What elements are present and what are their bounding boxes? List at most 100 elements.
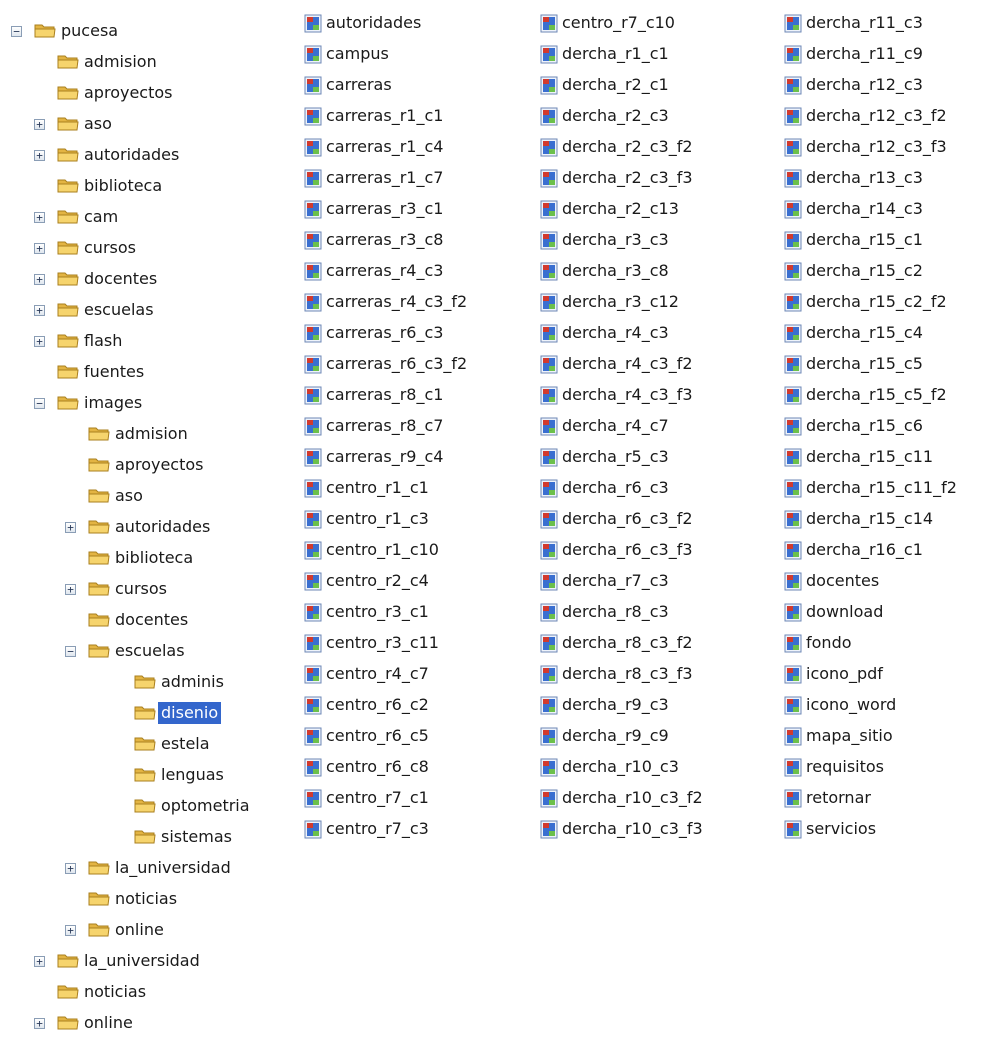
tree-item[interactable]: noticias (0, 884, 300, 915)
file-item[interactable]: centro_r6_c8 (304, 752, 536, 783)
tree-item[interactable]: sistemas (0, 822, 300, 853)
file-item[interactable]: centro_r3_c11 (304, 628, 536, 659)
tree-item[interactable]: fuentes (0, 357, 300, 388)
folder-label[interactable]: cursos (112, 578, 170, 600)
tree-item[interactable]: optometria (0, 791, 300, 822)
expand-plus-icon[interactable]: + (34, 119, 45, 130)
folder-label[interactable]: biblioteca (81, 175, 165, 197)
file-item[interactable]: dercha_r2_c3_f3 (540, 163, 772, 194)
file-item[interactable]: dercha_r4_c3 (540, 318, 772, 349)
tree-item[interactable]: + cursos (0, 233, 300, 264)
file-item[interactable]: centro_r7_c1 (304, 783, 536, 814)
file-item[interactable]: dercha_r12_c3_f2 (784, 101, 997, 132)
file-item[interactable]: dercha_r3_c12 (540, 287, 772, 318)
tree-item[interactable]: + autoridades (0, 140, 300, 171)
file-item[interactable]: carreras_r8_c7 (304, 411, 536, 442)
file-item[interactable]: centro_r1_c1 (304, 473, 536, 504)
file-item[interactable]: carreras_r1_c4 (304, 132, 536, 163)
file-item[interactable]: carreras_r6_c3_f2 (304, 349, 536, 380)
file-item[interactable]: dercha_r2_c3_f2 (540, 132, 772, 163)
file-item[interactable]: dercha_r3_c3 (540, 225, 772, 256)
folder-label[interactable]: autoridades (112, 516, 213, 538)
folder-label[interactable]: images (81, 392, 145, 414)
tree-item[interactable]: biblioteca (0, 543, 300, 574)
file-item[interactable]: dercha_r2_c1 (540, 70, 772, 101)
file-item[interactable]: download (784, 597, 997, 628)
tree-item[interactable]: biblioteca (0, 171, 300, 202)
file-item[interactable]: icono_pdf (784, 659, 997, 690)
tree-item[interactable]: docentes (0, 605, 300, 636)
expand-plus-icon[interactable]: + (34, 243, 45, 254)
tree-item[interactable]: + online (0, 915, 300, 946)
expand-plus-icon[interactable]: + (34, 212, 45, 223)
file-item[interactable]: carreras_r6_c3 (304, 318, 536, 349)
tree-item[interactable]: noticias (0, 977, 300, 1008)
file-item[interactable]: servicios (784, 814, 997, 845)
file-item[interactable]: fondo (784, 628, 997, 659)
file-item[interactable]: dercha_r2_c3 (540, 101, 772, 132)
tree-item[interactable]: admision (0, 47, 300, 78)
file-item[interactable]: dercha_r8_c3 (540, 597, 772, 628)
file-item[interactable]: carreras_r1_c1 (304, 101, 536, 132)
expand-plus-icon[interactable]: + (34, 305, 45, 316)
folder-label[interactable]: online (112, 919, 167, 941)
folder-label[interactable]: flash (81, 330, 125, 352)
file-item[interactable]: dercha_r15_c5 (784, 349, 997, 380)
file-item[interactable]: dercha_r2_c13 (540, 194, 772, 225)
folder-label[interactable]: biblioteca (112, 547, 196, 569)
file-item[interactable]: carreras_r4_c3_f2 (304, 287, 536, 318)
tree-item[interactable]: adminis (0, 667, 300, 698)
file-item[interactable]: dercha_r15_c11 (784, 442, 997, 473)
tree-item[interactable]: − pucesa (0, 16, 300, 47)
expand-plus-icon[interactable]: + (34, 150, 45, 161)
folder-label[interactable]: lenguas (158, 764, 227, 786)
folder-label[interactable]: admision (81, 51, 160, 73)
tree-item[interactable]: + la_universidad (0, 946, 300, 977)
tree-item[interactable]: aso (0, 481, 300, 512)
folder-label[interactable]: escuelas (81, 299, 157, 321)
file-item[interactable]: dercha_r15_c5_f2 (784, 380, 997, 411)
file-item[interactable]: dercha_r3_c8 (540, 256, 772, 287)
file-item[interactable]: dercha_r6_c3 (540, 473, 772, 504)
file-item[interactable]: dercha_r12_c3 (784, 70, 997, 101)
file-item[interactable]: dercha_r4_c7 (540, 411, 772, 442)
file-item[interactable]: dercha_r10_c3_f2 (540, 783, 772, 814)
folder-label[interactable]: noticias (81, 981, 149, 1003)
folder-label[interactable]: docentes (81, 268, 160, 290)
tree-item[interactable]: estela (0, 729, 300, 760)
file-item[interactable]: dercha_r4_c3_f3 (540, 380, 772, 411)
file-item[interactable]: dercha_r15_c2 (784, 256, 997, 287)
file-item[interactable]: dercha_r10_c3 (540, 752, 772, 783)
file-item[interactable]: dercha_r6_c3_f2 (540, 504, 772, 535)
file-item[interactable]: dercha_r15_c2_f2 (784, 287, 997, 318)
file-item[interactable]: mapa_sitio (784, 721, 997, 752)
folder-label[interactable]: aproyectos (81, 82, 175, 104)
file-item[interactable]: icono_word (784, 690, 997, 721)
collapse-minus-icon[interactable]: − (11, 26, 22, 37)
file-item[interactable]: dercha_r15_c14 (784, 504, 997, 535)
folder-label[interactable]: aproyectos (112, 454, 206, 476)
tree-item[interactable]: + online (0, 1008, 300, 1039)
file-item[interactable]: centro_r7_c3 (304, 814, 536, 845)
file-item[interactable]: dercha_r15_c1 (784, 225, 997, 256)
folder-label[interactable]: adminis (158, 671, 227, 693)
folder-label[interactable]: estela (158, 733, 213, 755)
tree-item[interactable]: aproyectos (0, 78, 300, 109)
file-item[interactable]: carreras_r8_c1 (304, 380, 536, 411)
file-item[interactable]: carreras_r9_c4 (304, 442, 536, 473)
file-item[interactable]: dercha_r13_c3 (784, 163, 997, 194)
expand-plus-icon[interactable]: + (65, 522, 76, 533)
file-item[interactable]: carreras_r3_c8 (304, 225, 536, 256)
folder-label[interactable]: escuelas (112, 640, 188, 662)
file-item[interactable]: dercha_r12_c3_f3 (784, 132, 997, 163)
tree-item[interactable]: aproyectos (0, 450, 300, 481)
file-item[interactable]: dercha_r15_c6 (784, 411, 997, 442)
collapse-minus-icon[interactable]: − (34, 398, 45, 409)
folder-label[interactable]: fuentes (81, 361, 147, 383)
file-item[interactable]: dercha_r6_c3_f3 (540, 535, 772, 566)
folder-label[interactable]: pucesa (58, 20, 121, 42)
tree-item[interactable]: + escuelas (0, 295, 300, 326)
tree-item[interactable]: + cursos (0, 574, 300, 605)
file-item[interactable]: centro_r4_c7 (304, 659, 536, 690)
folder-label[interactable]: autoridades (81, 144, 182, 166)
